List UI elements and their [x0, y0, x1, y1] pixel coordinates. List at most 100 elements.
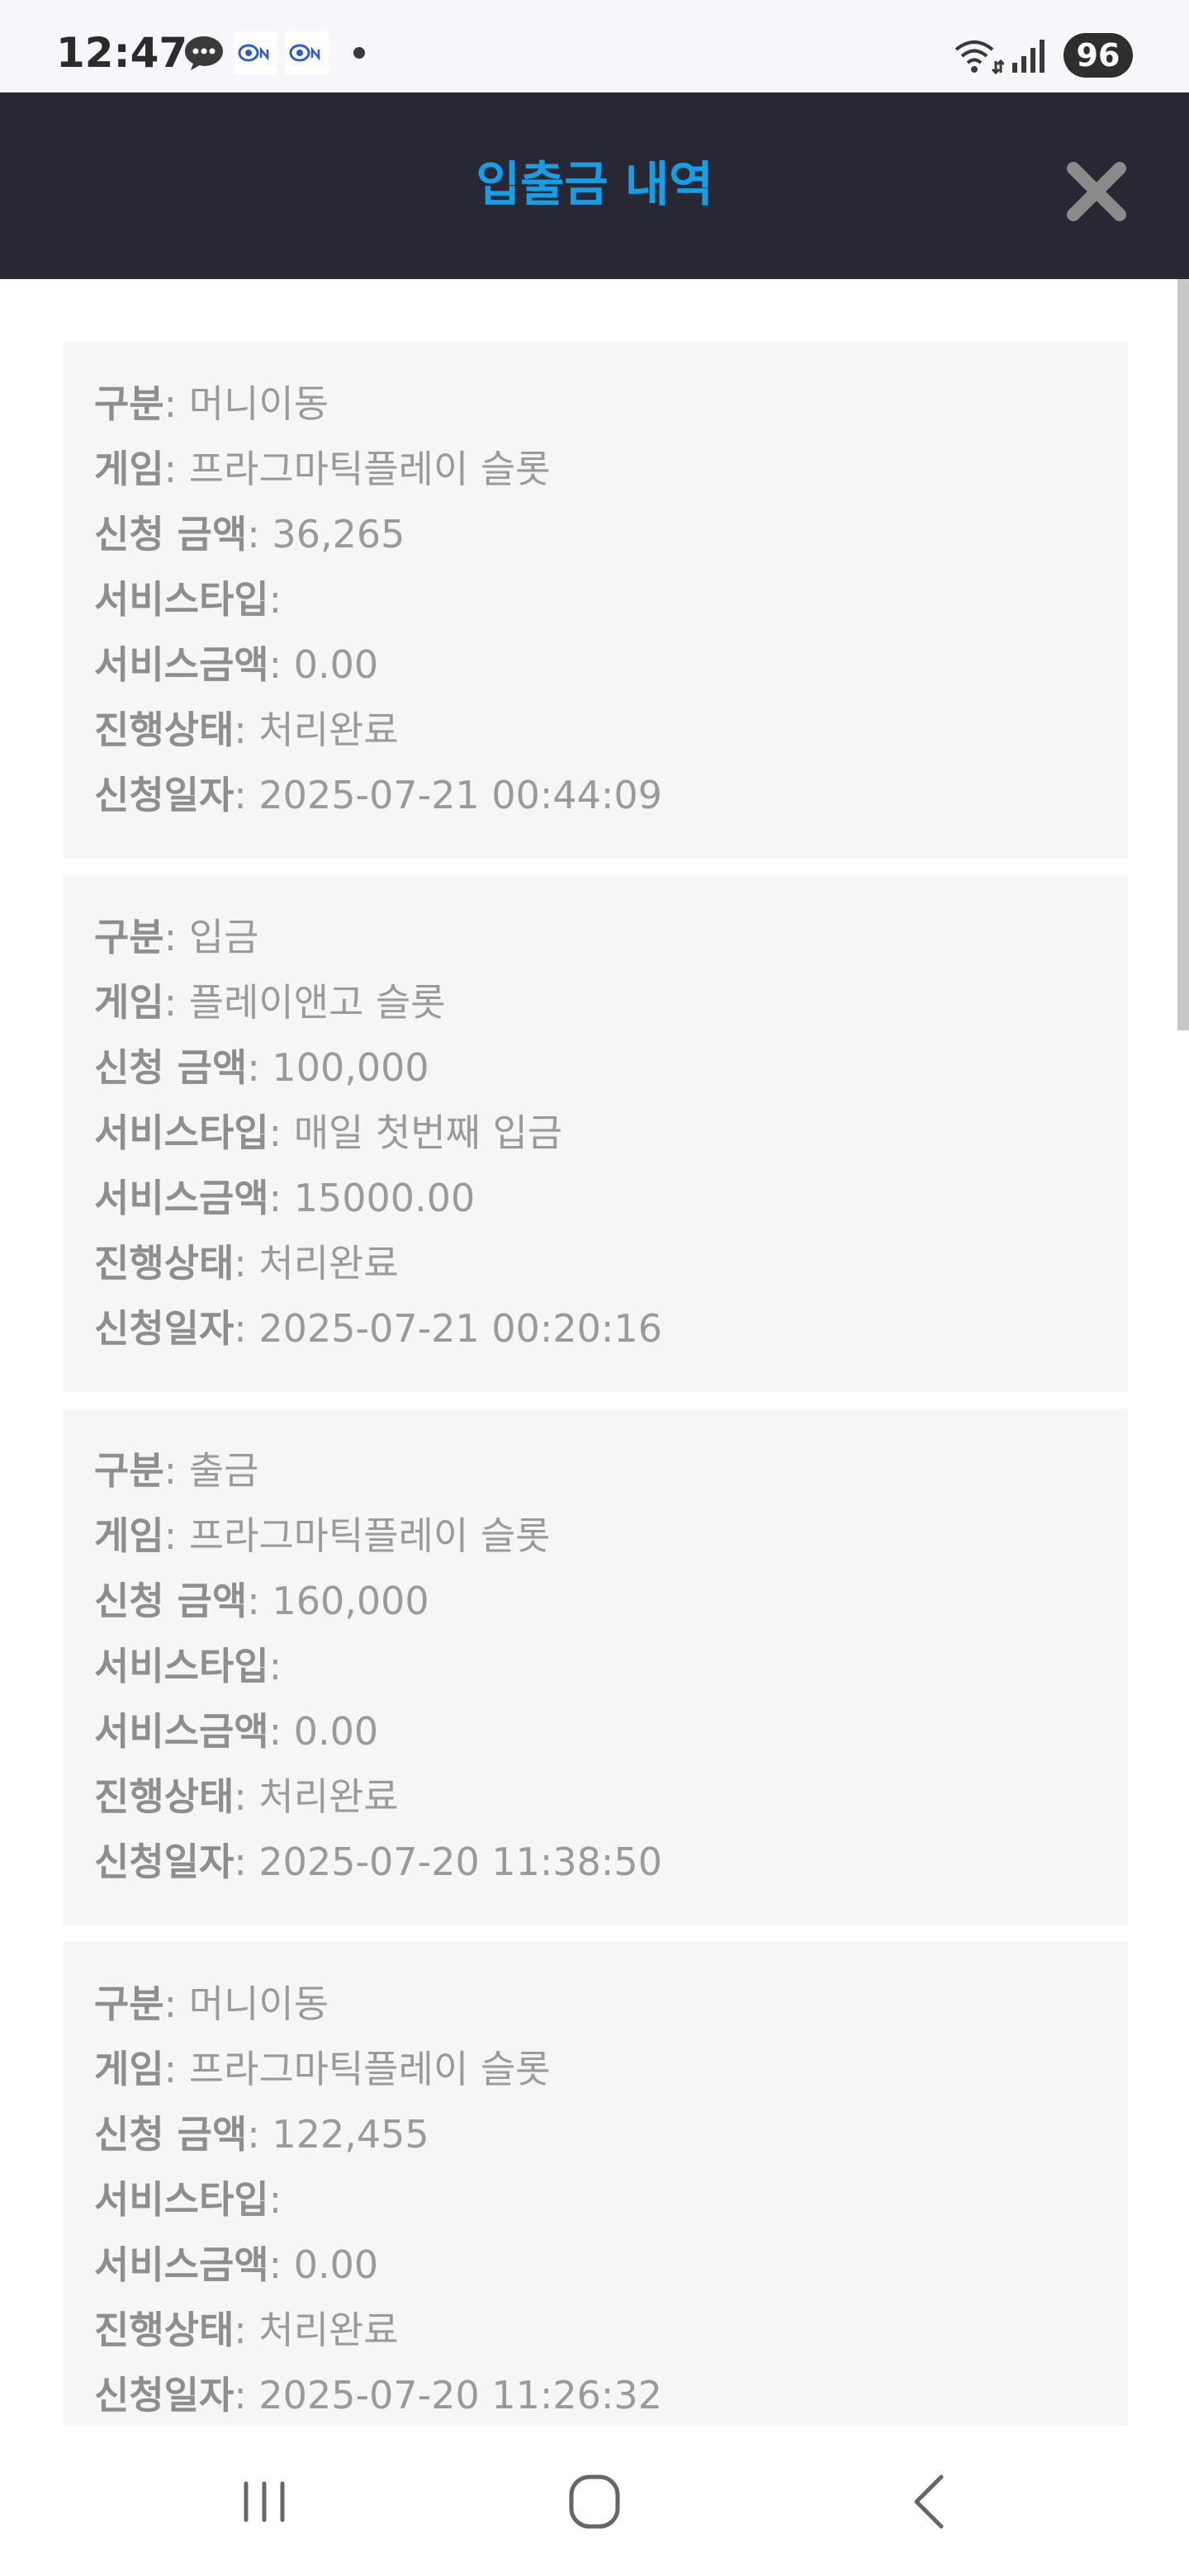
game-row: 게임: 프라그마틱플레이 슬롯	[94, 2047, 551, 2091]
service-amount-row: 서비스금액: 0.00	[94, 2242, 379, 2287]
date-row: 신청일자: 2025-07-20 11:26:32	[94, 2373, 662, 2417]
game-value: 프라그마틱플레이 슬롯	[188, 1513, 551, 1558]
date-label: 신청일자	[94, 1306, 234, 1351]
date-label: 신청일자	[94, 1840, 234, 1884]
category-value: 머니이동	[188, 1982, 329, 2026]
service-type-value: 매일 첫번째 입금	[293, 1110, 563, 1155]
amount-row: 신청 금액: 100,000	[94, 1045, 429, 1090]
transaction-card: 구분: 출금 게임: 프라그마틱플레이 슬롯 신청 금액: 160,000 서비…	[63, 1409, 1128, 1925]
recent-apps-icon[interactable]	[219, 2469, 310, 2535]
app-header: 입출금 내역	[0, 92, 1189, 279]
service-type-row: 서비스타입:	[94, 2177, 282, 2222]
category-row: 구분: 머니이동	[94, 1982, 329, 2026]
game-value: 프라그마틱플레이 슬롯	[188, 2047, 551, 2091]
status-row: 진행상태: 처리완료	[94, 2308, 399, 2352]
notification-icons	[183, 31, 365, 74]
service-amount-row: 서비스금액: 0.00	[94, 1709, 379, 1754]
category-value: 머니이동	[188, 381, 329, 426]
back-icon[interactable]	[883, 2469, 974, 2535]
date-row: 신청일자: 2025-07-21 00:44:09	[94, 773, 662, 817]
transaction-card: 구분: 머니이동 게임: 프라그마틱플레이 슬롯 신청 금액: 36,265 서…	[63, 342, 1128, 859]
game-row: 게임: 프라그마틱플레이 슬롯	[94, 1513, 551, 1558]
game-value: 플레이앤고 슬롯	[188, 980, 446, 1025]
game-value: 프라그마틱플레이 슬롯	[188, 447, 551, 491]
transaction-card: 구분: 입금 게임: 플레이앤고 슬롯 신청 금액: 100,000 서비스타입…	[63, 875, 1128, 1392]
amount-label: 신청 금액	[94, 2112, 248, 2157]
chat-bubble-icon	[185, 36, 223, 70]
service-amount-value: 15000.00	[293, 1176, 476, 1220]
amount-value: 100,000	[272, 1045, 429, 1090]
category-label: 구분	[94, 915, 164, 959]
amount-row: 신청 금액: 36,265	[94, 512, 405, 556]
service-type-row: 서비스타입:	[94, 577, 282, 622]
wifi-icon	[955, 40, 1004, 74]
service-amount-value: 0.00	[293, 642, 379, 687]
status-time: 12:47	[56, 29, 188, 77]
service-type-row: 서비스타입:	[94, 1644, 282, 1688]
transaction-list[interactable]: 구분: 머니이동 게임: 프라그마틱플레이 슬롯 신청 금액: 36,265 서…	[0, 279, 1189, 2426]
date-value: 2025-07-21 00:20:16	[258, 1306, 662, 1351]
status-row: 진행상태: 처리완료	[94, 1241, 399, 1286]
status-row: 진행상태: 처리완료	[94, 1774, 399, 1819]
amount-value: 160,000	[272, 1579, 429, 1623]
amount-label: 신청 금액	[94, 1045, 248, 1090]
service-type-label: 서비스타입	[94, 1110, 269, 1155]
category-value: 입금	[188, 915, 259, 959]
date-label: 신청일자	[94, 2373, 234, 2417]
category-row: 구분: 머니이동	[94, 381, 329, 426]
date-row: 신청일자: 2025-07-20 11:38:50	[94, 1840, 662, 1884]
status-value: 처리완료	[258, 2308, 399, 2352]
status-label: 진행상태	[94, 1774, 234, 1819]
category-value: 출금	[188, 1448, 259, 1493]
date-value: 2025-07-20 11:38:50	[258, 1840, 662, 1884]
service-amount-value: 0.00	[293, 1709, 379, 1754]
status-row: 진행상태: 처리완료	[94, 708, 399, 752]
service-amount-row: 서비스금액: 15000.00	[94, 1176, 476, 1220]
page-title: 입출금 내역	[476, 156, 713, 212]
category-label: 구분	[94, 1982, 164, 2026]
game-row: 게임: 프라그마틱플레이 슬롯	[94, 447, 551, 491]
service-amount-label: 서비스금액	[94, 1709, 269, 1754]
scrollbar[interactable]	[1177, 279, 1189, 1030]
status-label: 진행상태	[94, 2308, 234, 2352]
status-label: 진행상태	[94, 708, 234, 752]
service-type-row: 서비스타입: 매일 첫번째 입금	[94, 1110, 563, 1155]
game-label: 게임	[94, 980, 164, 1025]
status-bar: 12:47 96	[0, 0, 1189, 92]
game-label: 게임	[94, 447, 164, 491]
date-label: 신청일자	[94, 773, 234, 817]
service-amount-label: 서비스금액	[94, 2242, 269, 2287]
status-value: 처리완료	[258, 708, 399, 752]
category-row: 구분: 입금	[94, 915, 259, 959]
service-amount-label: 서비스금액	[94, 642, 269, 687]
home-icon[interactable]	[549, 2469, 640, 2535]
dot-icon	[353, 47, 365, 59]
amount-value: 122,455	[272, 2112, 429, 2157]
game-label: 게임	[94, 1513, 164, 1558]
app-notification-icon	[234, 31, 277, 74]
date-row: 신청일자: 2025-07-21 00:20:16	[94, 1306, 662, 1351]
amount-value: 36,265	[272, 512, 405, 556]
status-label: 진행상태	[94, 1241, 234, 1286]
category-row: 구분: 출금	[94, 1448, 259, 1493]
service-type-label: 서비스타입	[94, 577, 269, 622]
game-label: 게임	[94, 2047, 164, 2091]
date-value: 2025-07-20 11:26:32	[258, 2373, 662, 2417]
battery-icon: 96	[1063, 33, 1133, 78]
service-amount-value: 0.00	[293, 2242, 379, 2287]
app-notification-icon	[286, 31, 329, 74]
system-icons: 96	[953, 33, 1133, 78]
status-value: 처리완료	[258, 1774, 399, 1819]
close-x-icon[interactable]	[1063, 159, 1130, 225]
date-value: 2025-07-21 00:44:09	[258, 773, 662, 817]
category-label: 구분	[94, 1448, 164, 1493]
amount-label: 신청 금액	[94, 512, 248, 556]
game-row: 게임: 플레이앤고 슬롯	[94, 980, 446, 1025]
service-type-label: 서비스타입	[94, 1644, 269, 1688]
service-type-label: 서비스타입	[94, 2177, 269, 2222]
service-amount-row: 서비스금액: 0.00	[94, 642, 379, 687]
category-label: 구분	[94, 381, 164, 426]
transaction-card: 구분: 머니이동 게임: 프라그마틱플레이 슬롯 신청 금액: 122,455 …	[63, 1942, 1128, 2426]
amount-label: 신청 금액	[94, 1579, 248, 1623]
amount-row: 신청 금액: 122,455	[94, 2112, 429, 2157]
